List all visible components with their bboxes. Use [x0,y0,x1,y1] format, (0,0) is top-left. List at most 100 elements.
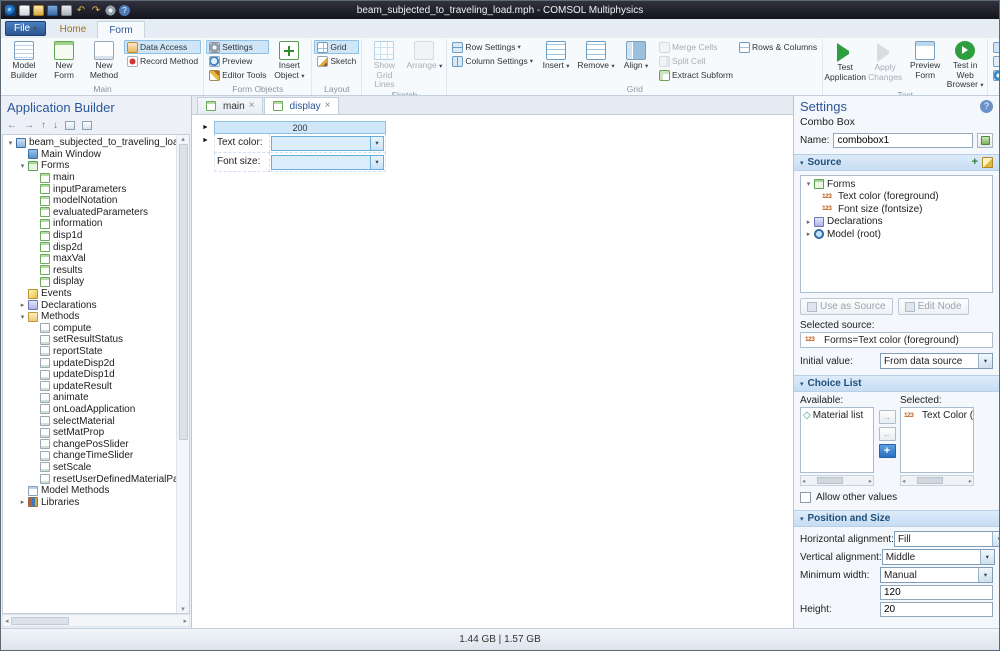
source-item-forms[interactable]: ▾ Forms [801,178,992,191]
scroll-down-icon[interactable]: ▾ [181,605,185,613]
merge-cells-button[interactable]: Merge Cells [656,40,736,54]
source-item-text-color[interactable]: 123 Text color (foreground) [801,191,992,204]
extract-subform-button[interactable]: Extract Subform [656,68,736,82]
tree-item-form-results[interactable]: results [3,265,176,277]
row-header[interactable] [202,153,214,172]
tab-home[interactable]: Home [49,21,98,38]
tree-item-model-methods[interactable]: Model Methods [3,485,176,497]
model-builder-button[interactable]: Model Builder [4,39,44,80]
tree-item-events[interactable]: Events [3,288,176,300]
source-item-font-size[interactable]: 123 Font size (fontsize) [801,203,992,216]
column-settings-button[interactable]: Column Settings ▾ [449,54,536,68]
preview-button[interactable]: Preview [206,54,269,68]
height-input[interactable] [880,602,993,617]
row-header[interactable]: ► [202,134,214,153]
form-label-text-color[interactable]: Text color: [214,134,270,153]
grid-mode-button[interactable]: Grid [314,40,359,54]
tree-item-form-maxval[interactable]: maxVal [3,253,176,265]
tree-item-method-reportstate[interactable]: reportState [3,346,176,358]
reset-desktop-button[interactable]: Reset Desktop [990,68,999,82]
scrollbar-thumb[interactable] [917,477,943,484]
available-list-scrollbar[interactable]: ◂ ▸ [800,475,874,486]
font-size-combobox[interactable]: ▾ [271,155,384,170]
tree-item-method-updateresult[interactable]: updateResult [3,380,176,392]
list-item-material-list[interactable]: ◇ Material list [801,409,873,422]
tile-button[interactable]: Tile ▾ [990,40,999,54]
new-method-button[interactable]: New Method [84,39,124,80]
tree-item-form-modelnotation[interactable]: modelNotation [3,195,176,207]
tree-item-root[interactable]: ▾ beam_subjected_to_traveling_load.mph (… [3,137,176,149]
editor-tools-button[interactable]: Editor Tools [206,68,269,82]
tab-form[interactable]: Form [97,21,144,38]
tree-item-method-changetimeslider[interactable]: changeTimeSlider [3,450,176,462]
scrollbar-thumb[interactable] [817,477,843,484]
expander-icon[interactable]: ▸ [18,301,27,309]
apply-changes-button[interactable]: Apply Changes [865,39,905,82]
split-cell-button[interactable]: Split Cell [656,54,736,68]
tree-item-methods[interactable]: ▾ Methods [3,311,176,323]
tree-item-method-setresultstatus[interactable]: setResultStatus [3,334,176,346]
tree-item-form-information[interactable]: information [3,218,176,230]
tree-item-libraries[interactable]: ▸ Libraries [3,496,176,508]
row-settings-button[interactable]: Row Settings ▾ [449,40,536,54]
tree-item-form-inputparameters[interactable]: inputParameters [3,183,176,195]
selected-list-scrollbar[interactable]: ◂ ▸ [900,475,974,486]
section-choice-list[interactable]: ▾ Choice List [794,375,999,392]
minimum-width-mode-select[interactable]: Manual ▾ [880,567,993,583]
selected-list[interactable]: 123 Text Color (Foreground) [900,407,974,473]
tree-item-declarations[interactable]: ▸ Declarations [3,299,176,311]
preview-form-button[interactable]: Preview Form [905,39,945,80]
scroll-up-icon[interactable]: ▴ [181,135,185,143]
scroll-left-icon[interactable]: ◂ [5,617,9,625]
use-as-source-button[interactable]: Use as Source [800,298,893,315]
source-item-declarations[interactable]: ▸ Declarations [801,216,992,229]
show-grid-lines-button[interactable]: Show Grid Lines [364,39,404,90]
horizontal-alignment-select[interactable]: Fill ▾ [894,531,999,547]
tree-item-method-setmatprop[interactable]: setMatProp [3,427,176,439]
clear-source-icon[interactable] [982,157,993,168]
scroll-left-icon[interactable]: ◂ [802,477,805,485]
scroll-left-icon[interactable]: ◂ [902,477,905,485]
tree-item-method-animate[interactable]: animate [3,392,176,404]
file-menu-button[interactable]: File ▾ [5,21,46,36]
data-access-button[interactable]: Data Access [124,40,201,54]
tree-item-method-selectmaterial[interactable]: selectMaterial [3,415,176,427]
tree-item-method-setscale[interactable]: setScale [3,462,176,474]
expander-icon[interactable]: ▸ [804,230,813,238]
tree-item-main-window[interactable]: Main Window [3,149,176,161]
tree-item-method-resetuserdefinedmaterialparameter[interactable]: resetUserDefinedMaterialParameter [3,473,176,485]
tree-item-form-evaluatedparameters[interactable]: evaluatedParameters [3,207,176,219]
close-icon[interactable]: × [249,101,255,111]
edit-node-button[interactable]: Edit Node [898,298,969,315]
minimum-width-input[interactable] [880,585,993,600]
scroll-right-icon[interactable]: ▸ [869,477,872,485]
scroll-right-icon[interactable]: ▸ [969,477,972,485]
scrollbar-thumb[interactable] [11,617,69,625]
tree-item-form-disp2d[interactable]: disp2d [3,241,176,253]
text-color-combobox[interactable]: ▾ [271,136,384,151]
move-up-icon[interactable]: ↑ [41,120,46,131]
settings-button[interactable]: Settings [206,40,269,54]
move-down-icon[interactable]: ↓ [53,120,58,131]
expander-icon[interactable]: ▸ [18,498,27,506]
expander-icon[interactable]: ▸ [804,218,813,226]
allow-other-values-checkbox[interactable] [800,492,811,503]
test-web-browser-button[interactable]: Test in Web Browser ▾ [945,39,985,90]
expander-icon[interactable]: ▾ [18,162,27,170]
editor-tab-display[interactable]: display × [264,97,339,114]
section-source[interactable]: ▾ Source + [794,154,999,171]
arrange-button[interactable]: Arrange ▾ [404,39,444,71]
section-position-size[interactable]: ▾ Position and Size [794,510,999,527]
chevron-down-icon[interactable]: ▾ [370,137,383,150]
expander-icon[interactable]: ▾ [6,139,15,147]
tree-item-form-disp1d[interactable]: disp1d [3,230,176,242]
list-item-text-color[interactable]: 123 Text Color (Foreground) [901,409,973,422]
move-left-button[interactable]: ← [879,427,896,441]
forward-icon[interactable]: → [24,120,34,131]
tree-item-forms[interactable]: ▾ Forms [3,160,176,172]
tree-item-method-updatedisp1d[interactable]: updateDisp1d [3,369,176,381]
add-source-icon[interactable]: + [972,155,978,170]
collapse-all-icon[interactable] [65,121,75,130]
close-icon[interactable]: × [325,101,331,111]
rename-button[interactable] [977,133,993,148]
